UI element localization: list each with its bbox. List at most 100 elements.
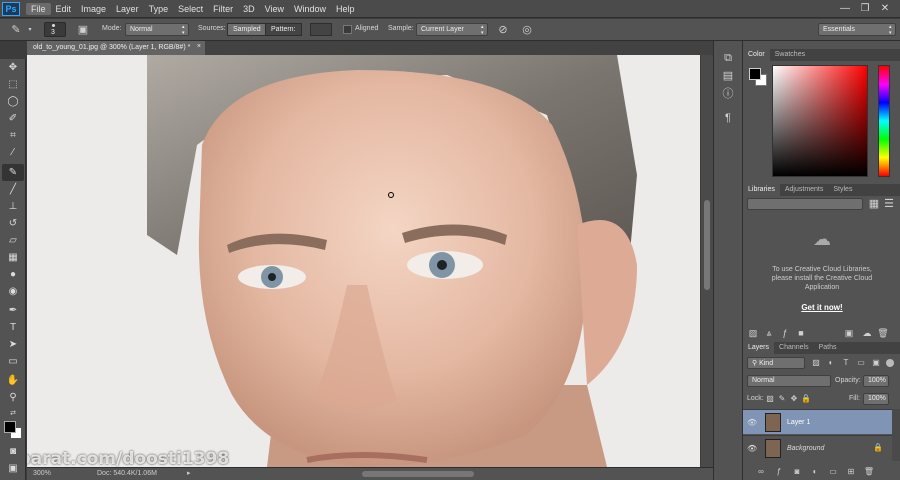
brush-panel-icon[interactable]: ▣ [76, 23, 90, 37]
history-panel-icon[interactable]: ⧉ [721, 51, 735, 65]
menu-view[interactable]: View [260, 3, 289, 15]
tab-color[interactable]: Color [743, 49, 770, 61]
filter-type-icon[interactable]: T [841, 356, 851, 370]
brush-size-picker[interactable]: 3 [44, 22, 66, 37]
horizontal-scroll-thumb[interactable] [362, 471, 474, 477]
mode-dropdown[interactable]: Normal [125, 23, 189, 36]
menu-file[interactable]: File [26, 3, 51, 15]
vertical-scroll-thumb[interactable] [704, 200, 710, 290]
list-view-icon[interactable]: ☰ [883, 197, 895, 211]
menu-window[interactable]: Window [289, 3, 331, 15]
crop-tool-icon[interactable]: ⌗ [2, 127, 24, 144]
filter-adjustment-icon[interactable]: ◐ [826, 356, 836, 370]
new-adjustment-layer-icon[interactable]: ◐ [809, 465, 821, 479]
healing-brush-tool-icon[interactable]: ✎ [2, 164, 24, 181]
hand-tool-icon[interactable]: ✋ [2, 372, 24, 389]
library-trash-icon[interactable]: 🗑 [877, 326, 889, 340]
path-select-tool-icon[interactable]: ➤ [2, 336, 24, 353]
clone-stamp-tool-icon[interactable]: ⊥ [2, 198, 24, 215]
add-fx-icon[interactable]: ƒ [779, 326, 791, 340]
brush-tool-icon[interactable]: ╱ [2, 181, 24, 198]
layers-scrollbar[interactable] [892, 409, 900, 461]
add-style-icon[interactable]: ⩓ [763, 326, 775, 340]
swap-colors-icon[interactable]: ⇄ [2, 405, 24, 422]
library-stock-icon[interactable]: ▣ [843, 326, 855, 340]
link-layers-icon[interactable]: ∞ [755, 465, 767, 479]
menu-layer[interactable]: Layer [111, 3, 144, 15]
lasso-tool-icon[interactable]: ◯ [2, 93, 24, 110]
status-menu-arrow-icon[interactable]: ▸ [187, 469, 191, 477]
tab-libraries[interactable]: Libraries [743, 184, 780, 196]
close-document-icon[interactable]: × [197, 43, 201, 50]
filter-shape-icon[interactable]: ▭ [856, 356, 866, 370]
maximize-button[interactable]: ❐ [858, 2, 872, 15]
layer-filter-kind-dropdown[interactable]: ⚲ Kind [747, 357, 805, 369]
vertical-scrollbar[interactable] [701, 55, 713, 467]
tab-layers[interactable]: Layers [743, 342, 775, 354]
menu-type[interactable]: Type [144, 3, 174, 15]
menu-select[interactable]: Select [173, 3, 208, 15]
layer-name[interactable]: Layer 1 [787, 419, 810, 426]
pressure-size-icon[interactable]: ◎ [520, 23, 534, 37]
grid-view-icon[interactable]: ▦ [868, 197, 880, 211]
layer-row-layer-1[interactable]: 👁 Layer 1 [743, 409, 892, 434]
properties-panel-icon[interactable]: ▤ [721, 69, 735, 83]
opacity-input[interactable]: 100% [863, 375, 889, 387]
rectangle-tool-icon[interactable]: ▭ [2, 353, 24, 370]
menu-help[interactable]: Help [331, 3, 360, 15]
menu-3d[interactable]: 3D [238, 3, 260, 15]
source-pattern-button[interactable]: Pattern: [265, 23, 302, 36]
lock-pixels-icon[interactable]: ✎ [777, 392, 787, 406]
filter-smart-object-icon[interactable]: ▣ [871, 356, 881, 370]
minimize-button[interactable]: — [838, 2, 852, 15]
layer-name[interactable]: Background [787, 445, 824, 452]
gradient-tool-icon[interactable]: ▦ [2, 249, 24, 266]
quick-mask-icon[interactable]: ◙ [2, 443, 24, 460]
dodge-tool-icon[interactable]: ◉ [2, 283, 24, 300]
library-sync-icon[interactable]: ☁ [861, 326, 873, 340]
quick-select-tool-icon[interactable]: ✐ [2, 110, 24, 127]
library-select-dropdown[interactable] [747, 198, 863, 210]
pen-tool-icon[interactable]: ✒ [2, 302, 24, 319]
tab-styles[interactable]: Styles [828, 184, 857, 196]
eye-icon[interactable]: 👁 [747, 418, 757, 427]
color-foreground-swatch[interactable] [749, 68, 761, 80]
blur-tool-icon[interactable]: ● [2, 266, 24, 283]
hue-slider[interactable] [878, 65, 890, 177]
lock-all-icon[interactable]: 🔒 [801, 392, 811, 406]
sample-dropdown[interactable]: Current Layer [416, 23, 488, 36]
info-panel-icon[interactable]: ⓘ [721, 87, 735, 101]
lock-position-icon[interactable]: ✥ [789, 392, 799, 406]
menu-edit[interactable]: Edit [51, 3, 77, 15]
menu-filter[interactable]: Filter [208, 3, 238, 15]
workspace-dropdown[interactable]: Essentials [818, 23, 896, 36]
tab-paths[interactable]: Paths [814, 342, 842, 354]
add-mask-icon[interactable]: ◙ [791, 465, 803, 479]
add-color-icon[interactable]: ■ [795, 326, 807, 340]
eye-icon[interactable]: 👁 [747, 444, 757, 453]
add-element-icon[interactable]: ▨ [747, 326, 759, 340]
zoom-tool-icon[interactable]: ⚲ [2, 389, 24, 406]
fill-input[interactable]: 100% [863, 393, 889, 405]
move-tool-icon[interactable]: ✥ [2, 59, 24, 76]
layer-row-background[interactable]: 👁 Background 🔒 [743, 435, 892, 460]
eyedropper-tool-icon[interactable]: ⁄ [2, 144, 24, 161]
menu-image[interactable]: Image [76, 3, 111, 15]
pattern-picker[interactable] [310, 23, 332, 36]
healing-brush-icon[interactable]: ✎ [8, 23, 24, 37]
foreground-color-swatch[interactable] [4, 421, 16, 433]
ignore-adjustment-layers-icon[interactable]: ⊘ [496, 23, 510, 37]
zoom-level[interactable]: 300% [33, 470, 51, 477]
new-group-icon[interactable]: ▭ [827, 465, 839, 479]
marquee-tool-icon[interactable]: ⬚ [2, 76, 24, 93]
new-layer-icon[interactable]: ⊞ [845, 465, 857, 479]
type-tool-icon[interactable]: T [2, 319, 24, 336]
image-canvas[interactable]: aparat.com/doosti1398 [27, 55, 700, 467]
blend-mode-dropdown[interactable]: Normal [747, 375, 831, 387]
history-brush-tool-icon[interactable]: ↺ [2, 215, 24, 232]
screen-mode-icon[interactable]: ▣ [2, 460, 24, 477]
aligned-checkbox[interactable] [343, 25, 352, 34]
filter-toggle-icon[interactable] [886, 359, 894, 367]
delete-layer-icon[interactable]: 🗑 [863, 465, 875, 479]
tab-swatches[interactable]: Swatches [770, 49, 810, 61]
